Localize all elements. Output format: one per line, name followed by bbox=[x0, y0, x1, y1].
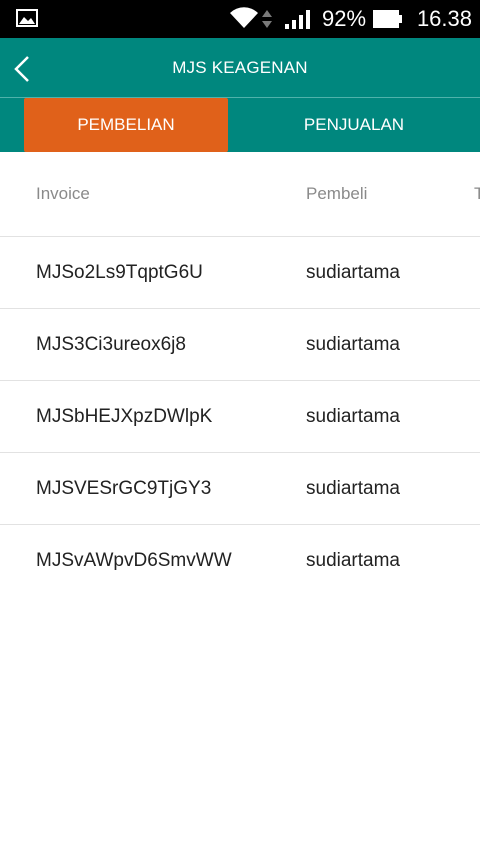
battery-percent: 92% bbox=[322, 6, 367, 31]
buyer-cell: sudiartama bbox=[306, 334, 400, 355]
gallery-icon bbox=[16, 9, 38, 27]
column-header-third: T bbox=[474, 184, 480, 203]
invoice-table: Invoice Pembeli T MJSo2Ls9TqptG6U sudiar… bbox=[0, 152, 480, 596]
buyer-cell: sudiartama bbox=[306, 262, 400, 283]
buyer-cell: sudiartama bbox=[306, 406, 400, 427]
table-row[interactable]: MJSvAWpvD6SmvWW sudiartama bbox=[0, 525, 480, 596]
wifi-icon bbox=[228, 6, 260, 30]
chevron-left-icon bbox=[14, 56, 29, 82]
tab-bar: PEMBELIAN PENJUALAN bbox=[0, 98, 480, 152]
tab-penjualan[interactable]: PENJUALAN bbox=[254, 98, 454, 152]
invoice-cell: MJSo2Ls9TqptG6U bbox=[36, 262, 203, 283]
table-row[interactable]: MJSbHEJXpzDWlpK sudiartama bbox=[0, 381, 480, 453]
buyer-cell: sudiartama bbox=[306, 478, 400, 499]
column-header-invoice: Invoice bbox=[36, 184, 90, 203]
status-bar: 92% 16.38 bbox=[0, 0, 480, 38]
invoice-cell: MJSvAWpvD6SmvWW bbox=[36, 550, 232, 571]
table-row[interactable]: MJSo2Ls9TqptG6U sudiartama bbox=[0, 237, 480, 309]
table-row[interactable]: MJS3Ci3ureox6j8 sudiartama bbox=[0, 309, 480, 381]
table-header: Invoice Pembeli T bbox=[0, 152, 480, 237]
table-row[interactable]: MJSVESrGC9TjGY3 sudiartama bbox=[0, 453, 480, 525]
tab-pembelian[interactable]: PEMBELIAN bbox=[24, 98, 228, 152]
signal-icon bbox=[284, 8, 312, 30]
page-title: MJS KEAGENAN bbox=[172, 58, 308, 77]
invoice-cell: MJSbHEJXpzDWlpK bbox=[36, 406, 213, 427]
data-arrows-icon bbox=[261, 8, 273, 30]
invoice-cell: MJS3Ci3ureox6j8 bbox=[36, 334, 186, 355]
back-button[interactable] bbox=[4, 44, 44, 92]
battery-icon bbox=[373, 10, 403, 28]
clock: 16.38 bbox=[416, 6, 472, 31]
invoice-cell: MJSVESrGC9TjGY3 bbox=[36, 478, 212, 499]
column-header-buyer: Pembeli bbox=[306, 184, 368, 203]
app-header: MJS KEAGENAN bbox=[0, 38, 480, 97]
buyer-cell: sudiartama bbox=[306, 550, 400, 571]
